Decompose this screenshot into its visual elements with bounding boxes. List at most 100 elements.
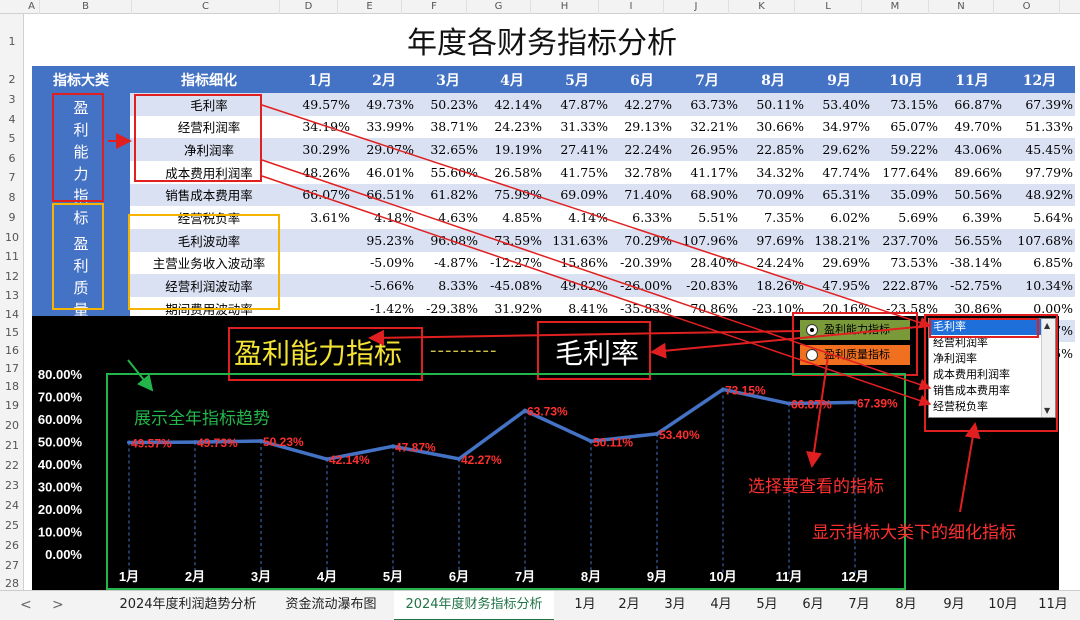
- value-cell[interactable]: 66.87%: [940, 93, 1004, 116]
- value-cell[interactable]: [288, 251, 352, 275]
- value-cell[interactable]: 22.85%: [740, 138, 806, 161]
- row-number[interactable]: 11: [0, 247, 24, 267]
- column-letter[interactable]: K: [729, 0, 795, 14]
- row-number[interactable]: 5: [0, 129, 24, 149]
- value-cell[interactable]: 73.15%: [872, 93, 940, 116]
- value-cell[interactable]: 68.90%: [674, 183, 740, 207]
- value-cell[interactable]: 38.71%: [416, 115, 480, 139]
- value-cell[interactable]: 48.92%: [1004, 183, 1075, 207]
- value-cell[interactable]: 33.99%: [352, 115, 416, 139]
- value-cell[interactable]: 65.07%: [872, 115, 940, 139]
- value-cell[interactable]: -26.00%: [610, 274, 674, 297]
- sheet-tab[interactable]: 6月: [792, 591, 834, 620]
- value-cell[interactable]: 8.33%: [416, 274, 480, 297]
- row-number[interactable]: 14: [0, 305, 24, 325]
- value-cell[interactable]: 45.45%: [1004, 138, 1075, 161]
- value-cell[interactable]: 49.82%: [544, 274, 610, 297]
- row-number[interactable]: 13: [0, 286, 24, 306]
- value-cell[interactable]: 29.13%: [610, 115, 674, 139]
- value-cell[interactable]: 6.33%: [610, 206, 674, 229]
- value-cell[interactable]: 47.74%: [806, 160, 872, 184]
- value-cell[interactable]: 70.29%: [610, 229, 674, 252]
- value-cell[interactable]: -5.66%: [352, 274, 416, 297]
- value-cell[interactable]: -52.75%: [940, 274, 1004, 297]
- column-letter[interactable]: H: [531, 0, 599, 14]
- row-number[interactable]: 8: [0, 188, 24, 208]
- sheet-tab[interactable]: 7月: [838, 591, 880, 620]
- column-letter[interactable]: G: [467, 0, 531, 14]
- value-cell[interactable]: 28.40%: [674, 251, 740, 275]
- column-letter[interactable]: C: [132, 0, 280, 14]
- sheet-tab[interactable]: 9月: [932, 591, 976, 620]
- sheet-tab[interactable]: 11月: [1030, 591, 1076, 620]
- value-cell[interactable]: 71.40%: [610, 183, 674, 207]
- sheet-tab[interactable]: 5月: [746, 591, 788, 620]
- value-cell[interactable]: 73.53%: [872, 251, 940, 275]
- value-cell[interactable]: -5.09%: [352, 251, 416, 275]
- value-cell[interactable]: 89.66%: [940, 160, 1004, 184]
- row-number[interactable]: 7: [0, 168, 24, 188]
- value-cell[interactable]: 32.65%: [416, 138, 480, 161]
- column-letter[interactable]: D: [280, 0, 338, 14]
- column-letter[interactable]: M: [862, 0, 929, 14]
- value-cell[interactable]: 4.63%: [416, 206, 480, 229]
- value-cell[interactable]: 29.62%: [806, 138, 872, 161]
- column-letter[interactable]: O: [994, 0, 1060, 14]
- value-cell[interactable]: 30.66%: [740, 115, 806, 139]
- value-cell[interactable]: 46.01%: [352, 160, 416, 184]
- value-cell[interactable]: 131.63%: [544, 229, 610, 252]
- value-cell[interactable]: 65.31%: [806, 183, 872, 207]
- value-cell[interactable]: 42.27%: [610, 93, 674, 116]
- value-cell[interactable]: 31.33%: [544, 115, 610, 139]
- row-number[interactable]: 10: [0, 228, 24, 248]
- row-number[interactable]: 6: [0, 149, 24, 169]
- sheet-tab[interactable]: 10月: [980, 591, 1026, 620]
- value-cell[interactable]: 41.75%: [544, 160, 610, 184]
- value-cell[interactable]: 29.69%: [806, 251, 872, 275]
- value-cell[interactable]: 34.32%: [740, 160, 806, 184]
- value-cell[interactable]: 59.22%: [872, 138, 940, 161]
- sheet-tab[interactable]: 8月: [884, 591, 928, 620]
- column-letter[interactable]: A: [24, 0, 40, 14]
- value-cell[interactable]: 24.24%: [740, 251, 806, 275]
- value-cell[interactable]: 4.85%: [480, 206, 544, 229]
- row-number[interactable]: 9: [0, 208, 24, 228]
- value-cell[interactable]: 3.61%: [288, 206, 352, 229]
- row-number[interactable]: 27: [0, 556, 24, 576]
- row-number[interactable]: 23: [0, 476, 24, 496]
- value-cell[interactable]: 29.07%: [352, 138, 416, 161]
- value-cell[interactable]: 10.34%: [1004, 274, 1075, 297]
- value-cell[interactable]: 47.87%: [544, 93, 610, 116]
- column-letter[interactable]: B: [40, 0, 132, 14]
- value-cell[interactable]: 30.29%: [288, 138, 352, 161]
- value-cell[interactable]: 7.35%: [740, 206, 806, 229]
- value-cell[interactable]: 50.11%: [740, 93, 806, 116]
- row-number[interactable]: 2: [0, 70, 24, 90]
- column-letter[interactable]: N: [929, 0, 994, 14]
- value-cell[interactable]: 48.26%: [288, 160, 352, 184]
- column-letter[interactable]: I: [599, 0, 664, 14]
- row-number[interactable]: 20: [0, 416, 24, 436]
- value-cell[interactable]: 22.24%: [610, 138, 674, 161]
- value-cell[interactable]: 32.78%: [610, 160, 674, 184]
- row-number[interactable]: 15: [0, 323, 24, 343]
- value-cell[interactable]: 6.39%: [940, 206, 1004, 229]
- value-cell[interactable]: 66.07%: [288, 183, 352, 207]
- row-number[interactable]: 3: [0, 90, 24, 110]
- value-cell[interactable]: 18.26%: [740, 274, 806, 297]
- column-letter[interactable]: F: [402, 0, 467, 14]
- value-cell[interactable]: 41.17%: [674, 160, 740, 184]
- value-cell[interactable]: 47.95%: [806, 274, 872, 297]
- value-cell[interactable]: 50.23%: [416, 93, 480, 116]
- value-cell[interactable]: 61.82%: [416, 183, 480, 207]
- value-cell[interactable]: [288, 229, 352, 252]
- value-cell[interactable]: -38.14%: [940, 251, 1004, 275]
- value-cell[interactable]: 67.39%: [1004, 93, 1075, 116]
- value-cell[interactable]: 75.99%: [480, 183, 544, 207]
- sheet-tab[interactable]: 2024年度利润趋势分析: [108, 591, 268, 620]
- value-cell[interactable]: 222.87%: [872, 274, 940, 297]
- column-letter[interactable]: L: [795, 0, 862, 14]
- value-cell[interactable]: 51.33%: [1004, 115, 1075, 139]
- value-cell[interactable]: -12.27%: [480, 251, 544, 275]
- row-number[interactable]: 17: [0, 359, 24, 379]
